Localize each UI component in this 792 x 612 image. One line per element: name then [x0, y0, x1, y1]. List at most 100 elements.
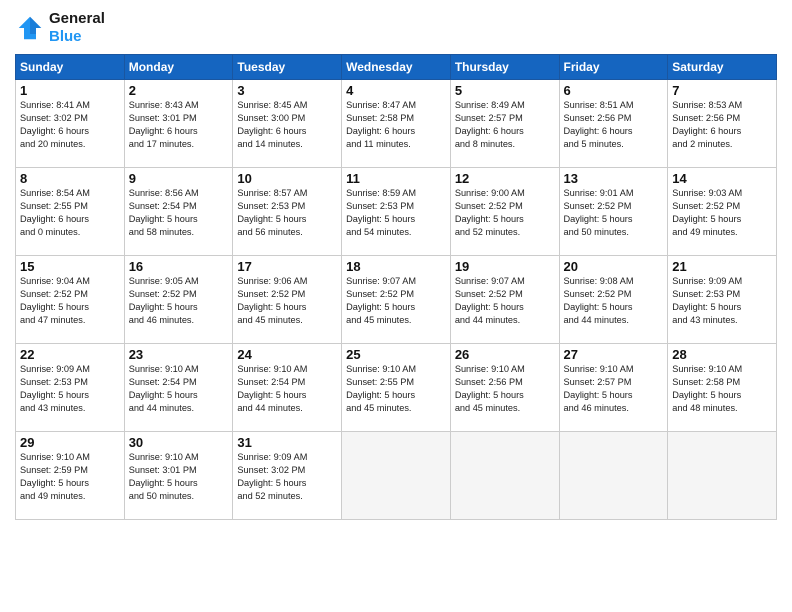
- day-number: 3: [237, 83, 337, 98]
- day-number: 31: [237, 435, 337, 450]
- day-number: 1: [20, 83, 120, 98]
- calendar-cell: 7Sunrise: 8:53 AM Sunset: 2:56 PM Daylig…: [668, 80, 777, 168]
- cell-text: Sunrise: 9:10 AM Sunset: 2:56 PM Dayligh…: [455, 363, 555, 415]
- calendar-cell: 10Sunrise: 8:57 AM Sunset: 2:53 PM Dayli…: [233, 168, 342, 256]
- cell-text: Sunrise: 9:10 AM Sunset: 2:58 PM Dayligh…: [672, 363, 772, 415]
- calendar-cell: 20Sunrise: 9:08 AM Sunset: 2:52 PM Dayli…: [559, 256, 668, 344]
- calendar-week-1: 1Sunrise: 8:41 AM Sunset: 3:02 PM Daylig…: [16, 80, 777, 168]
- cell-text: Sunrise: 8:57 AM Sunset: 2:53 PM Dayligh…: [237, 187, 337, 239]
- day-number: 29: [20, 435, 120, 450]
- day-number: 14: [672, 171, 772, 186]
- cell-text: Sunrise: 9:00 AM Sunset: 2:52 PM Dayligh…: [455, 187, 555, 239]
- calendar-cell: 18Sunrise: 9:07 AM Sunset: 2:52 PM Dayli…: [342, 256, 451, 344]
- day-number: 2: [129, 83, 229, 98]
- cell-text: Sunrise: 8:45 AM Sunset: 3:00 PM Dayligh…: [237, 99, 337, 151]
- calendar-cell: 29Sunrise: 9:10 AM Sunset: 2:59 PM Dayli…: [16, 432, 125, 520]
- calendar-cell: 2Sunrise: 8:43 AM Sunset: 3:01 PM Daylig…: [124, 80, 233, 168]
- day-number: 13: [564, 171, 664, 186]
- cell-text: Sunrise: 8:51 AM Sunset: 2:56 PM Dayligh…: [564, 99, 664, 151]
- calendar-cell: 23Sunrise: 9:10 AM Sunset: 2:54 PM Dayli…: [124, 344, 233, 432]
- calendar-cell: 25Sunrise: 9:10 AM Sunset: 2:55 PM Dayli…: [342, 344, 451, 432]
- calendar-cell: 28Sunrise: 9:10 AM Sunset: 2:58 PM Dayli…: [668, 344, 777, 432]
- cell-text: Sunrise: 9:05 AM Sunset: 2:52 PM Dayligh…: [129, 275, 229, 327]
- day-number: 10: [237, 171, 337, 186]
- day-number: 12: [455, 171, 555, 186]
- cell-text: Sunrise: 9:08 AM Sunset: 2:52 PM Dayligh…: [564, 275, 664, 327]
- weekday-header-tuesday: Tuesday: [233, 55, 342, 80]
- cell-text: Sunrise: 8:59 AM Sunset: 2:53 PM Dayligh…: [346, 187, 446, 239]
- cell-text: Sunrise: 9:09 AM Sunset: 3:02 PM Dayligh…: [237, 451, 337, 503]
- cell-text: Sunrise: 9:03 AM Sunset: 2:52 PM Dayligh…: [672, 187, 772, 239]
- calendar-cell: [450, 432, 559, 520]
- logo-icon: [15, 13, 45, 43]
- day-number: 27: [564, 347, 664, 362]
- calendar-cell: [668, 432, 777, 520]
- cell-text: Sunrise: 9:10 AM Sunset: 2:54 PM Dayligh…: [237, 363, 337, 415]
- calendar-cell: 27Sunrise: 9:10 AM Sunset: 2:57 PM Dayli…: [559, 344, 668, 432]
- header: General Blue: [15, 10, 777, 46]
- calendar-cell: 16Sunrise: 9:05 AM Sunset: 2:52 PM Dayli…: [124, 256, 233, 344]
- calendar-cell: 9Sunrise: 8:56 AM Sunset: 2:54 PM Daylig…: [124, 168, 233, 256]
- calendar-cell: 31Sunrise: 9:09 AM Sunset: 3:02 PM Dayli…: [233, 432, 342, 520]
- calendar-cell: 13Sunrise: 9:01 AM Sunset: 2:52 PM Dayli…: [559, 168, 668, 256]
- day-number: 7: [672, 83, 772, 98]
- calendar-cell: 14Sunrise: 9:03 AM Sunset: 2:52 PM Dayli…: [668, 168, 777, 256]
- cell-text: Sunrise: 8:47 AM Sunset: 2:58 PM Dayligh…: [346, 99, 446, 151]
- cell-text: Sunrise: 9:10 AM Sunset: 2:55 PM Dayligh…: [346, 363, 446, 415]
- calendar-cell: 21Sunrise: 9:09 AM Sunset: 2:53 PM Dayli…: [668, 256, 777, 344]
- calendar-cell: 30Sunrise: 9:10 AM Sunset: 3:01 PM Dayli…: [124, 432, 233, 520]
- calendar-week-4: 22Sunrise: 9:09 AM Sunset: 2:53 PM Dayli…: [16, 344, 777, 432]
- day-number: 26: [455, 347, 555, 362]
- cell-text: Sunrise: 9:10 AM Sunset: 2:54 PM Dayligh…: [129, 363, 229, 415]
- day-number: 6: [564, 83, 664, 98]
- day-number: 18: [346, 259, 446, 274]
- weekday-header-wednesday: Wednesday: [342, 55, 451, 80]
- cell-text: Sunrise: 8:41 AM Sunset: 3:02 PM Dayligh…: [20, 99, 120, 151]
- day-number: 30: [129, 435, 229, 450]
- calendar-week-2: 8Sunrise: 8:54 AM Sunset: 2:55 PM Daylig…: [16, 168, 777, 256]
- day-number: 17: [237, 259, 337, 274]
- day-number: 25: [346, 347, 446, 362]
- calendar-cell: 3Sunrise: 8:45 AM Sunset: 3:00 PM Daylig…: [233, 80, 342, 168]
- cell-text: Sunrise: 9:07 AM Sunset: 2:52 PM Dayligh…: [455, 275, 555, 327]
- cell-text: Sunrise: 9:06 AM Sunset: 2:52 PM Dayligh…: [237, 275, 337, 327]
- calendar-cell: 17Sunrise: 9:06 AM Sunset: 2:52 PM Dayli…: [233, 256, 342, 344]
- day-number: 21: [672, 259, 772, 274]
- day-number: 16: [129, 259, 229, 274]
- cell-text: Sunrise: 9:07 AM Sunset: 2:52 PM Dayligh…: [346, 275, 446, 327]
- cell-text: Sunrise: 8:54 AM Sunset: 2:55 PM Dayligh…: [20, 187, 120, 239]
- calendar-week-5: 29Sunrise: 9:10 AM Sunset: 2:59 PM Dayli…: [16, 432, 777, 520]
- weekday-header-row: SundayMondayTuesdayWednesdayThursdayFrid…: [16, 55, 777, 80]
- day-number: 22: [20, 347, 120, 362]
- cell-text: Sunrise: 9:09 AM Sunset: 2:53 PM Dayligh…: [672, 275, 772, 327]
- calendar-cell: 22Sunrise: 9:09 AM Sunset: 2:53 PM Dayli…: [16, 344, 125, 432]
- weekday-header-thursday: Thursday: [450, 55, 559, 80]
- calendar-cell: 11Sunrise: 8:59 AM Sunset: 2:53 PM Dayli…: [342, 168, 451, 256]
- calendar: SundayMondayTuesdayWednesdayThursdayFrid…: [15, 54, 777, 520]
- calendar-cell: 5Sunrise: 8:49 AM Sunset: 2:57 PM Daylig…: [450, 80, 559, 168]
- calendar-cell: 26Sunrise: 9:10 AM Sunset: 2:56 PM Dayli…: [450, 344, 559, 432]
- calendar-week-3: 15Sunrise: 9:04 AM Sunset: 2:52 PM Dayli…: [16, 256, 777, 344]
- calendar-cell: 15Sunrise: 9:04 AM Sunset: 2:52 PM Dayli…: [16, 256, 125, 344]
- day-number: 20: [564, 259, 664, 274]
- cell-text: Sunrise: 9:04 AM Sunset: 2:52 PM Dayligh…: [20, 275, 120, 327]
- logo: General Blue: [15, 10, 105, 46]
- weekday-header-monday: Monday: [124, 55, 233, 80]
- day-number: 5: [455, 83, 555, 98]
- day-number: 4: [346, 83, 446, 98]
- cell-text: Sunrise: 8:53 AM Sunset: 2:56 PM Dayligh…: [672, 99, 772, 151]
- cell-text: Sunrise: 9:10 AM Sunset: 3:01 PM Dayligh…: [129, 451, 229, 503]
- cell-text: Sunrise: 8:56 AM Sunset: 2:54 PM Dayligh…: [129, 187, 229, 239]
- day-number: 9: [129, 171, 229, 186]
- day-number: 24: [237, 347, 337, 362]
- day-number: 28: [672, 347, 772, 362]
- calendar-cell: 8Sunrise: 8:54 AM Sunset: 2:55 PM Daylig…: [16, 168, 125, 256]
- day-number: 23: [129, 347, 229, 362]
- day-number: 19: [455, 259, 555, 274]
- day-number: 15: [20, 259, 120, 274]
- weekday-header-friday: Friday: [559, 55, 668, 80]
- day-number: 11: [346, 171, 446, 186]
- calendar-cell: 6Sunrise: 8:51 AM Sunset: 2:56 PM Daylig…: [559, 80, 668, 168]
- calendar-cell: 4Sunrise: 8:47 AM Sunset: 2:58 PM Daylig…: [342, 80, 451, 168]
- weekday-header-saturday: Saturday: [668, 55, 777, 80]
